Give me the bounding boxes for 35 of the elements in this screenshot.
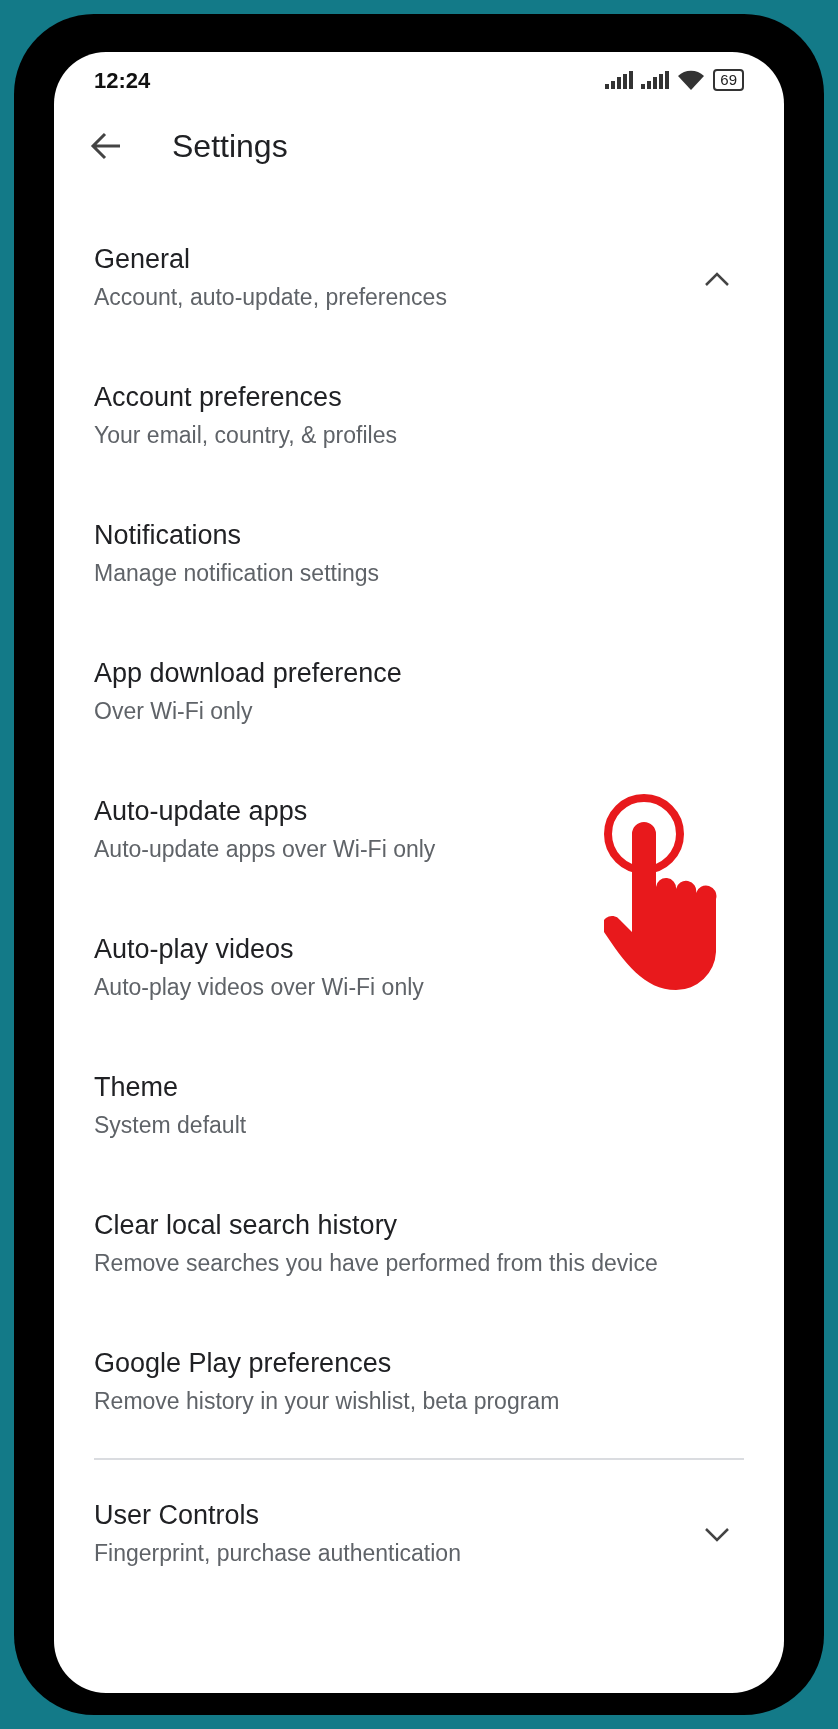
item-subtitle: System default (94, 1111, 248, 1140)
settings-item[interactable]: Notifications Manage notification settings (94, 486, 744, 624)
settings-item[interactable]: Google Play preferences Remove history in your wishlist, beta program (94, 1314, 744, 1452)
settings-item[interactable]: Auto-play videos Auto-play videos over Wi-Fi only (94, 900, 744, 1038)
page-title: Settings (172, 127, 288, 166)
signal-icon (641, 71, 670, 89)
settings-item[interactable]: Account preferences Your email, country, & profiles (94, 348, 744, 486)
item-title: App download preference (94, 657, 403, 690)
settings-item[interactable]: General Account, auto-update, preferences (94, 210, 744, 348)
item-subtitle: Auto-play videos over Wi-Fi only (94, 973, 425, 1002)
item-title: Clear local search history (94, 1209, 399, 1242)
item-subtitle: Manage notification settings (94, 559, 381, 588)
back-arrow-icon (90, 132, 122, 160)
item-subtitle: Your email, country, & profiles (94, 421, 398, 450)
item-title: Theme (94, 1071, 180, 1104)
settings-item[interactable]: App download preference Over Wi-Fi only (94, 624, 744, 762)
item-title: User Controls (94, 1499, 261, 1532)
settings-item[interactable]: User Controls Fingerprint, purchase authentication (94, 1466, 744, 1604)
item-subtitle: Over Wi-Fi only (94, 697, 254, 726)
battery-level: 69 (713, 69, 744, 91)
item-subtitle: Remove history in your wishlist, beta program (94, 1387, 561, 1416)
item-title: Auto-play videos (94, 933, 295, 966)
item-title: Google Play preferences (94, 1347, 393, 1380)
settings-item[interactable]: Theme System default (94, 1038, 744, 1176)
item-title: Notifications (94, 519, 243, 552)
item-title: Account preferences (94, 381, 343, 414)
wifi-icon (677, 69, 706, 91)
settings-item[interactable]: Auto-update apps Auto-update apps over Wi-Fi only (94, 762, 744, 900)
item-subtitle: Remove searches you have performed from this device (94, 1249, 659, 1278)
item-title: General (94, 243, 192, 276)
settings-item[interactable]: Clear local search history Remove searches you have performed from this device (94, 1176, 744, 1314)
status-time: 12:24 (94, 66, 151, 95)
item-subtitle: Account, auto-update, preferences (94, 283, 448, 312)
item-subtitle: Fingerprint, purchase authentication (94, 1539, 462, 1568)
signal-icon (605, 71, 634, 89)
